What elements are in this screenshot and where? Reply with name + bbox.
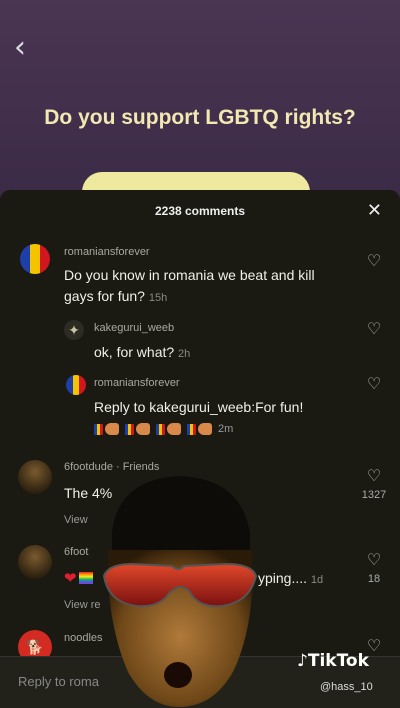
reply-time: 2h [178, 348, 191, 360]
avatar-romania-flag[interactable] [20, 244, 50, 274]
comment-text: yping.... 1d [258, 570, 324, 586]
reply-time: 2m [218, 423, 234, 435]
avatar-person[interactable] [18, 545, 52, 579]
like-count: 18 [367, 573, 381, 585]
avatar-anime[interactable]: ✦ [64, 320, 84, 340]
romania-flag-emoji [94, 423, 103, 435]
emoji-row: ❤ [64, 569, 93, 587]
avatar-romania-flag[interactable] [66, 375, 86, 395]
comment-username[interactable]: romaniansforever [64, 246, 150, 258]
reaction-face-overlay [102, 476, 258, 707]
like-heart-icon[interactable]: ♡ [359, 374, 389, 394]
romania-flag-emoji [125, 423, 134, 435]
close-icon[interactable]: ✕ [367, 200, 382, 221]
avatar-person[interactable] [18, 460, 52, 494]
comment-username[interactable]: noodles [64, 632, 103, 644]
comment-username[interactable]: 6foot [64, 546, 88, 558]
tiktok-watermark: ♪TikTok [297, 651, 369, 671]
red-heart-emoji: ❤ [64, 570, 77, 587]
watermark-handle: @hass_10 [320, 681, 373, 693]
view-replies-link[interactable]: View [64, 514, 88, 526]
reply-text: Reply to kakegurui_weeb:For fun! [94, 399, 304, 415]
romania-flag-emoji [156, 423, 165, 435]
like-heart-icon[interactable]: ♡ [359, 251, 389, 271]
romania-flag-emoji [187, 423, 196, 435]
like-count: 1327 [361, 489, 387, 501]
reply-username[interactable]: romaniansforever [94, 377, 180, 389]
flexed-biceps-emoji [198, 423, 212, 435]
flexed-biceps-emoji [105, 423, 119, 435]
comment-text: Do you know in romania we beat and kill … [64, 267, 315, 304]
view-replies-link[interactable]: View re [64, 599, 100, 611]
flexed-biceps-emoji [136, 423, 150, 435]
like-heart-icon[interactable]: ♡ [359, 550, 389, 570]
like-heart-icon[interactable]: ♡ [359, 466, 389, 486]
poll-question: Do you support LGBTQ rights? [44, 106, 356, 129]
reply-input[interactable]: Reply to roma [18, 674, 99, 689]
comment-time: 1d [310, 574, 324, 586]
emoji-row: 2m [94, 423, 233, 435]
comments-count-title: 2238 comments [154, 204, 246, 218]
flexed-biceps-emoji [167, 423, 181, 435]
reply-text: ok, for what? 2h [94, 344, 191, 360]
rainbow-flag-emoji [78, 572, 93, 584]
back-arrow-icon[interactable]: ‹ [14, 30, 26, 65]
like-heart-icon[interactable]: ♡ [359, 319, 389, 339]
reply-username[interactable]: kakegurui_weeb [94, 322, 174, 334]
comment-time: 15h [148, 292, 168, 304]
